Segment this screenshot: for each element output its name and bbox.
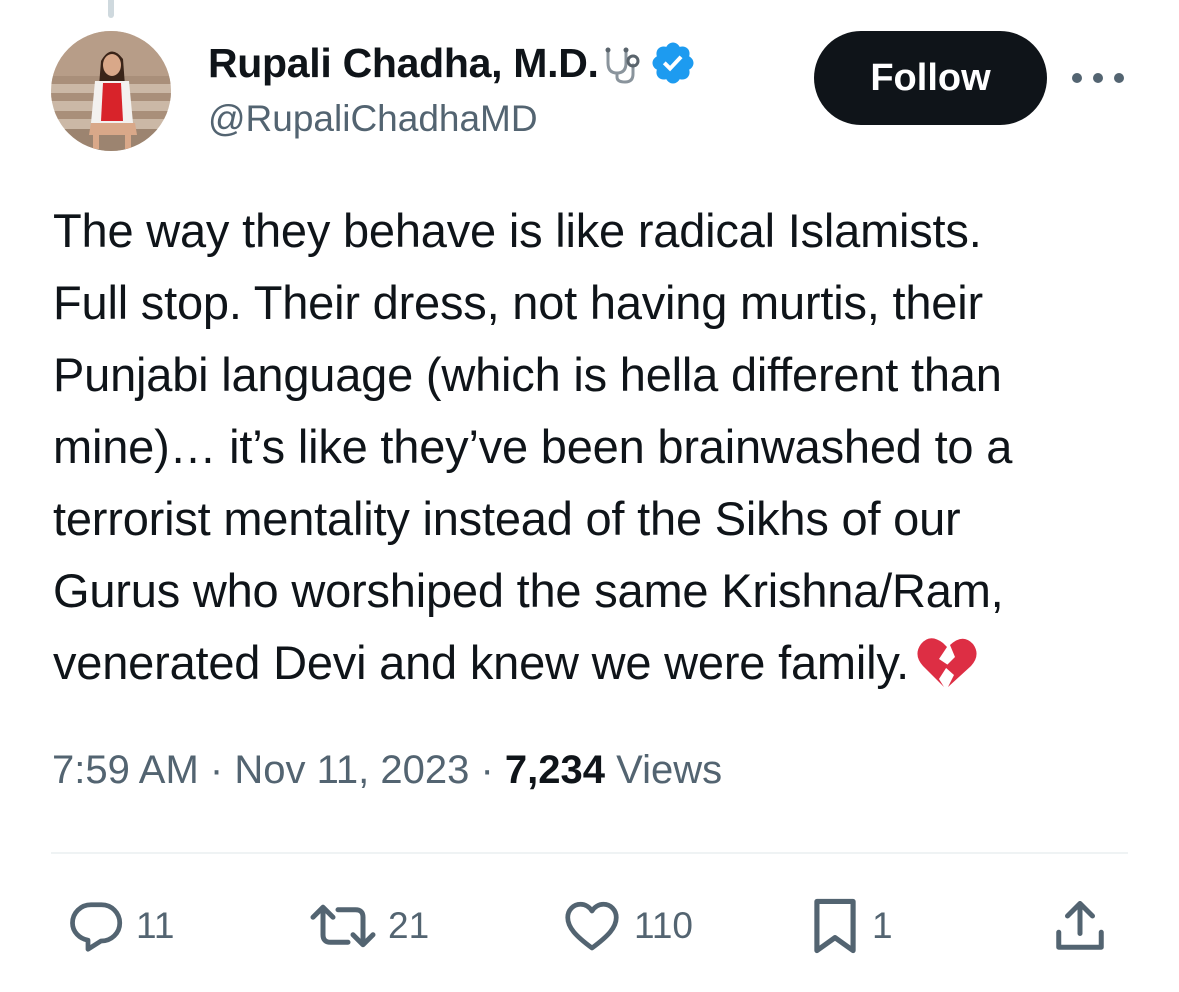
more-dot: [1114, 73, 1124, 83]
bookmark-count: 1: [872, 905, 893, 946]
more-icon[interactable]: [1072, 58, 1124, 98]
tweet-line: The way they behave is like radical Isla…: [53, 204, 982, 257]
meta-separator: ·: [480, 748, 494, 792]
tweet-metadata: 7:59 AM · Nov 11, 2023 · 7,234 Views: [52, 748, 722, 793]
author-handle[interactable]: @RupaliChadhaMD: [208, 98, 538, 140]
share-icon: [1056, 901, 1104, 950]
bookmark-icon: [814, 898, 856, 954]
tweet-line: mine)… it’s like they’ve been brainwashe…: [53, 420, 1013, 473]
divider: [51, 852, 1128, 854]
like-button[interactable]: 110: [560, 895, 693, 957]
tweet-line-last: venerated Devi and knew we were family.: [53, 627, 1153, 699]
tweet-text: The way they behave is like radical Isla…: [53, 195, 1153, 699]
broken-heart-icon: [917, 635, 977, 689]
avatar[interactable]: [51, 31, 171, 151]
more-dot: [1072, 73, 1082, 83]
stethoscope-icon: [601, 41, 645, 85]
tweet-date[interactable]: Nov 11, 2023: [234, 748, 469, 792]
tweet-time[interactable]: 7:59 AM: [52, 748, 199, 792]
views-label: Views: [616, 748, 723, 792]
meta-separator: ·: [209, 748, 224, 792]
reply-count: 11: [136, 905, 175, 946]
retweet-button[interactable]: 21: [308, 895, 429, 957]
like-count: 110: [634, 905, 693, 946]
tweet-line: Full stop. Their dress, not having murti…: [53, 276, 983, 329]
views-count: 7,234: [504, 748, 606, 792]
tweet-line: Punjabi language (which is hella differe…: [53, 348, 1002, 401]
reply-button[interactable]: 11: [66, 895, 174, 957]
share-button[interactable]: [1050, 895, 1110, 957]
thread-connector-line: [108, 0, 114, 18]
more-dot: [1093, 73, 1103, 83]
avatar-image: [51, 31, 171, 151]
bookmark-button[interactable]: 1: [808, 895, 893, 957]
tweet-line-text: venerated Devi and knew we were family.: [53, 636, 910, 689]
retweet-count: 21: [388, 905, 430, 946]
author-name-row[interactable]: Rupali Chadha, M.D.: [208, 38, 697, 88]
follow-button[interactable]: Follow: [814, 31, 1047, 125]
tweet-line: Gurus who worshiped the same Krishna/Ram…: [53, 564, 1004, 617]
author-display-name[interactable]: Rupali Chadha, M.D.: [208, 40, 599, 87]
tweet-line: terrorist mentality instead of the Sikhs…: [53, 492, 961, 545]
retweet-icon: [310, 904, 376, 948]
heart-icon: [565, 901, 619, 951]
reply-icon: [70, 902, 123, 952]
verified-icon[interactable]: [649, 39, 697, 87]
